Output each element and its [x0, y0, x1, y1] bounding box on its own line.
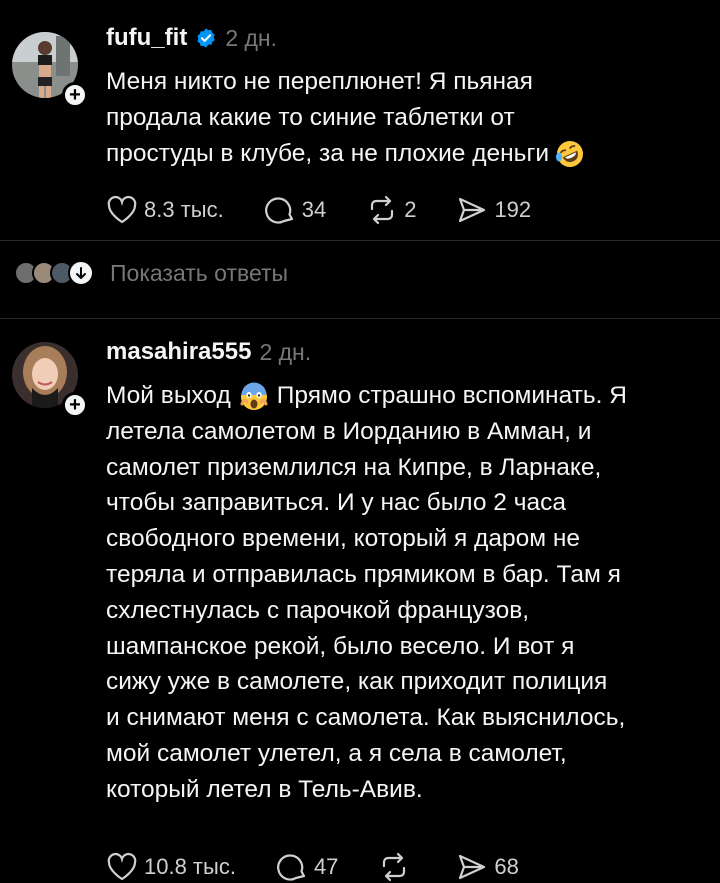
- send-icon: [459, 197, 486, 223]
- like-button[interactable]: 10.8 тыс.: [106, 852, 236, 882]
- laughing-emoji-icon: [556, 141, 584, 168]
- username[interactable]: fufu_fit: [106, 24, 187, 52]
- reply-avatars: [14, 258, 94, 288]
- text-line: летела самолетом в Иорданию в Амман, и: [106, 417, 592, 445]
- like-count: 10.8 тыс.: [144, 854, 236, 879]
- post-actions: 8.3 тыс. 34 2 192: [106, 195, 571, 225]
- text-line: чтобы заправиться. И у нас было 2 часа: [106, 489, 567, 517]
- repost-button[interactable]: 2: [366, 195, 416, 225]
- like-button[interactable]: 8.3 тыс.: [106, 195, 224, 225]
- divider: [0, 240, 720, 241]
- timestamp: 2 дн.: [259, 338, 312, 365]
- comment-button[interactable]: 34: [264, 195, 326, 225]
- send-icon: [459, 854, 486, 880]
- text-line-content: простуды в клубе, за не плохие деньги: [106, 139, 550, 167]
- post-text: Меня никто не переплюнет! Я пьяная прода…: [106, 64, 706, 171]
- text-line: мой самолет улетел, а я села в самолет,: [106, 739, 567, 767]
- post-fufu-fit: + fufu_fit 2 дн. Меня никто не переплюне…: [0, 0, 720, 245]
- post-text: Мой выход Прямо страшно вспоминать. Я ле…: [106, 378, 706, 808]
- avatar-wrap[interactable]: +: [12, 342, 88, 418]
- comment-button[interactable]: 47: [276, 852, 338, 882]
- heart-icon: [107, 852, 137, 881]
- text-line: самолет приземлился на Кипре, в Ларнаке,: [106, 453, 602, 481]
- share-count: 192: [494, 197, 532, 222]
- post-masahira555: + masahira555 2 дн. Мой выход Прямо стра…: [0, 318, 720, 883]
- post-actions: 10.8 тыс. 47 68: [106, 852, 559, 882]
- text-line: свободного времени, который я даром не: [106, 525, 581, 553]
- text-line: и снимают меня с самолета. Как выяснилос…: [106, 704, 626, 732]
- share-count: 68: [494, 854, 519, 879]
- repost-icon: [383, 852, 406, 882]
- chevron-down-icon: [68, 260, 94, 286]
- text-line: шампанское рекой, было весело. И вот я: [106, 632, 575, 660]
- like-count: 8.3 тыс.: [144, 197, 224, 222]
- post-header: fufu_fit 2 дн.: [106, 24, 277, 52]
- post-header: masahira555 2 дн.: [106, 338, 311, 366]
- text-line: продала какие то синие таблетки от: [106, 103, 515, 131]
- repost-count: 2: [404, 197, 417, 222]
- comment-count: 47: [313, 854, 339, 879]
- avatar-wrap[interactable]: +: [12, 32, 88, 108]
- text-line-end: Прямо страшно вспоминать. Я: [276, 382, 627, 409]
- username[interactable]: masahira555: [106, 338, 251, 366]
- repost-icon: [371, 195, 394, 225]
- show-replies-row[interactable]: Показать ответы: [14, 258, 288, 288]
- scream-emoji-icon: [240, 382, 268, 410]
- show-replies-label[interactable]: Показать ответы: [110, 260, 288, 287]
- verified-badge-icon: [197, 28, 215, 48]
- comment-icon: [264, 197, 293, 224]
- text-line: схлестнулась с парочкой французов,: [106, 596, 530, 624]
- text-line-start: Мой выход: [106, 382, 231, 409]
- repost-button[interactable]: [378, 852, 416, 882]
- text-line: Меня никто не переплюнет! Я пьяная: [106, 68, 533, 95]
- share-button[interactable]: 192: [456, 195, 531, 225]
- follow-plus-icon[interactable]: +: [62, 82, 88, 108]
- comment-icon: [277, 854, 306, 881]
- text-line: простуды в клубе, за не плохие деньги: [106, 136, 706, 172]
- text-line: Мой выход Прямо страшно вспоминать. Я: [106, 378, 706, 414]
- comment-count: 34: [301, 197, 327, 222]
- timestamp: 2 дн.: [225, 24, 278, 51]
- heart-icon: [107, 195, 137, 224]
- text-line: сижу уже в самолете, как приходит полици…: [106, 668, 608, 696]
- text-line: который летел в Тель-Авив.: [106, 775, 423, 803]
- text-line: теряла и отправилась прямиком в бар. Там…: [106, 560, 621, 588]
- share-button[interactable]: 68: [456, 852, 519, 882]
- follow-plus-icon[interactable]: +: [62, 392, 88, 418]
